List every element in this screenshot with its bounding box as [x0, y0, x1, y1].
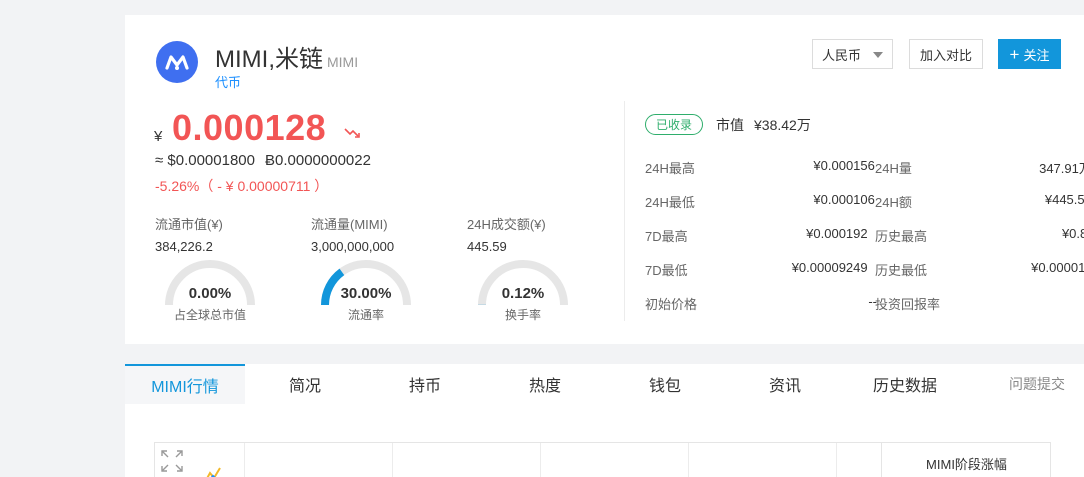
vertical-divider: [624, 101, 625, 321]
expand-icon[interactable]: [160, 449, 184, 473]
current-price: 0.000128: [172, 107, 327, 148]
gauge-percent: 0.00%: [188, 285, 232, 302]
chart-panel: MIMI阶段涨幅: [154, 442, 1051, 477]
detail-value: ¥0.00001423: [1031, 260, 1084, 275]
detail-24h-volume: 24H量 347.91万: [875, 158, 1084, 177]
detail-all-time-low: 历史最低 ¥0.00001423: [875, 260, 1084, 279]
converted-prices: ≈ $0.00001800 Ƀ0.0000000022: [155, 152, 371, 169]
coin-tabs: MIMI行情 简况 持币 热度 钱包 资讯 历史数据 问题提交: [125, 364, 1084, 404]
detail-7d-low: 7D最低 ¥0.00009249: [645, 260, 868, 279]
detail-value: ¥0.000156: [813, 158, 875, 173]
plus-icon: +: [1009, 44, 1020, 64]
detail-24h-amount: 24H额 ¥445.59: [875, 192, 1084, 211]
tab-market[interactable]: MIMI行情: [125, 364, 245, 404]
chart-column-divider: [688, 443, 689, 477]
chart-column-divider: [540, 443, 541, 477]
listed-badge: 已收录: [645, 114, 703, 135]
caret-down-icon: [873, 52, 883, 58]
detail-value: 347.91万: [1039, 161, 1084, 176]
detail-value: ¥0.00009249: [791, 260, 868, 275]
follow-button-label: 关注: [1023, 47, 1050, 63]
trend-down-icon: [344, 126, 362, 145]
mimi-logo-icon: [156, 41, 198, 83]
stat-value: 384,226.2: [155, 239, 213, 254]
currency-select-value: 人民币: [822, 47, 862, 63]
stat-label: 流通市值(¥): [155, 217, 223, 232]
detail-label: 7D最高: [645, 229, 688, 244]
detail-label: 24H最高: [645, 161, 695, 176]
stat-label: 24H成交额(¥): [467, 217, 546, 232]
stat-value: 445.59: [467, 239, 507, 254]
detail-label: 24H额: [875, 195, 912, 210]
add-compare-button[interactable]: 加入对比: [909, 39, 983, 69]
tab-wallet[interactable]: 钱包: [605, 364, 725, 404]
detail-value: ¥0.000106: [813, 192, 875, 207]
gauge-percent: 30.00%: [340, 285, 392, 302]
report-issue-link[interactable]: 问题提交: [1009, 364, 1065, 404]
stat-label: 流通量(MIMI): [311, 217, 388, 232]
detail-all-time-high: 历史最高 ¥0.8111: [875, 226, 1084, 245]
detail-24h-high: 24H最高 ¥0.000156: [645, 158, 875, 177]
detail-label: 7D最低: [645, 263, 688, 278]
gauge-caption: 流通率: [347, 308, 384, 322]
coin-type-link[interactable]: 代币: [215, 72, 241, 91]
detail-roi: 投资回报率 0: [875, 294, 940, 313]
detail-value: ¥0.000192: [806, 226, 868, 241]
chart-column-divider: [836, 443, 837, 477]
stat-value: 3,000,000,000: [311, 239, 395, 254]
price-currency-sign: ¥: [154, 128, 163, 145]
detail-value: ¥445.59: [1044, 192, 1084, 207]
gauge-caption: 占全球总市值: [173, 308, 246, 322]
stat-24h-turnover: 24H成交额(¥) 445.59: [467, 214, 546, 254]
price-change: -5.26%（ - ¥ 0.00000711 ）: [155, 178, 329, 194]
gauge-caption: 换手率: [504, 308, 541, 322]
gauge-global-share: 0.00% 占全球总市值: [164, 259, 256, 322]
currency-select[interactable]: 人民币: [812, 39, 893, 69]
chart-column-divider: [244, 443, 245, 477]
coin-title: MIMI,米链 MIMI: [215, 39, 358, 74]
gauge-circulation-rate: 30.00% 流通率: [320, 259, 412, 322]
stage-change-title: MIMI阶段涨幅: [881, 443, 1051, 477]
stat-circulating-cap: 流通市值(¥) 384,226.2: [155, 214, 223, 254]
detail-initial-price: 初始价格 --: [645, 294, 877, 313]
market-cap-value: ¥38.42万: [754, 117, 811, 133]
chart-type-icon[interactable]: [204, 465, 222, 477]
tab-holders[interactable]: 持币: [365, 364, 485, 404]
detail-label: 24H量: [875, 161, 912, 176]
detail-label: 投资回报率: [875, 297, 941, 312]
chart-area: MIMI阶段涨幅: [125, 404, 1084, 477]
market-cap: 市值 ¥38.42万: [716, 115, 811, 135]
detail-label: 历史最低: [875, 263, 928, 278]
gauge-turnover-rate: 0.12% 换手率: [477, 259, 569, 322]
price-btc: Ƀ0.0000000022: [265, 152, 371, 169]
chart-column-divider: [392, 443, 393, 477]
tab-history[interactable]: 历史数据: [845, 364, 965, 404]
detail-24h-low: 24H最低 ¥0.000106: [645, 192, 875, 211]
coin-symbol: MIMI: [327, 54, 359, 70]
market-cap-label: 市值: [716, 117, 744, 133]
detail-value: ¥0.8111: [1061, 226, 1084, 241]
coin-name: MIMI,米链: [215, 46, 323, 73]
tab-news[interactable]: 资讯: [725, 364, 845, 404]
tab-overview[interactable]: 简况: [245, 364, 365, 404]
stat-circulating-supply: 流通量(MIMI) 3,000,000,000: [311, 214, 394, 254]
detail-label: 历史最高: [875, 229, 928, 244]
price-usd: ≈ $0.00001800: [155, 152, 255, 169]
detail-label: 24H最低: [645, 195, 695, 210]
gauge-percent: 0.12%: [501, 285, 545, 302]
detail-label: 初始价格: [645, 297, 698, 312]
follow-button[interactable]: + 关注: [998, 39, 1061, 69]
tab-popularity[interactable]: 热度: [485, 364, 605, 404]
detail-7d-high: 7D最高 ¥0.000192: [645, 226, 868, 245]
coin-overview-card: MIMI,米链 MIMI 代币 人民币 加入对比 + 关注 ¥ 0.000128 …: [125, 15, 1084, 344]
